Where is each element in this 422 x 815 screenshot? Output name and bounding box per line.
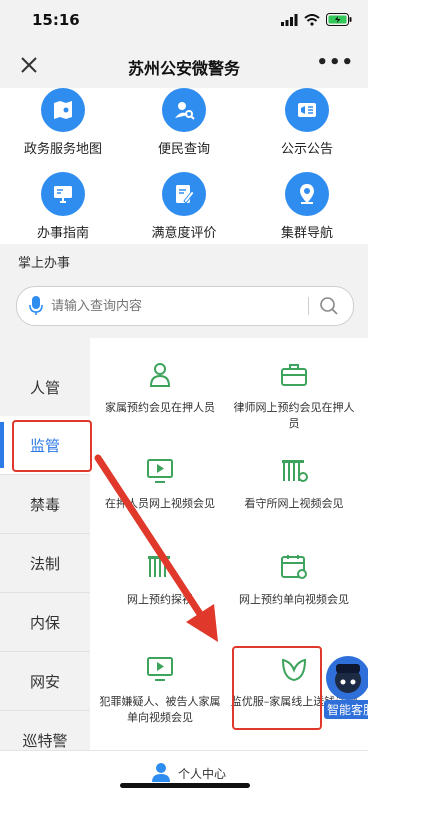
assistant-label: 智能客服 bbox=[324, 700, 368, 719]
sidebar-item-neibao[interactable]: 内保 bbox=[0, 593, 90, 652]
service-navigation[interactable]: 集群导航 bbox=[252, 172, 362, 241]
service-label: 集群导航 bbox=[280, 226, 333, 241]
category-sidebar: 人管 监管 禁毒 法制 内保 网安 巡特警 bbox=[0, 338, 90, 770]
service-announcement[interactable]: 公示公告 bbox=[252, 88, 362, 157]
service-family-visit[interactable]: 家属预约会见在押人员 bbox=[96, 360, 224, 416]
service-evaluation[interactable]: 满意度评价 bbox=[129, 172, 239, 241]
bottom-bar: 个人中心 bbox=[0, 750, 368, 800]
service-item-label: 网上预约单向视频会见 bbox=[239, 593, 349, 606]
search-divider bbox=[308, 297, 309, 315]
calendar-icon bbox=[281, 555, 307, 579]
search-bar[interactable] bbox=[16, 286, 354, 326]
sidebar-item-jindu[interactable]: 禁毒 bbox=[0, 475, 90, 534]
service-item-label: 看守所网上视频会见 bbox=[244, 497, 344, 510]
assistant-avatar-icon bbox=[326, 656, 368, 700]
edit-icon bbox=[162, 172, 206, 216]
sidebar-item-renguan[interactable]: 人管 bbox=[0, 358, 90, 417]
briefcase-icon bbox=[281, 364, 307, 386]
video-icon bbox=[147, 657, 173, 681]
location-icon bbox=[285, 172, 329, 216]
microphone-icon[interactable] bbox=[29, 296, 43, 316]
service-item-label: 律师网上预约会见在押人员 bbox=[233, 401, 355, 430]
battery-icon bbox=[326, 13, 352, 26]
highlight-box-money-delivery bbox=[232, 646, 322, 730]
service-label: 政务服务地图 bbox=[23, 142, 102, 157]
service-item-label: 犯罪嫌疑人、被告人家属单向视频会见 bbox=[99, 695, 221, 724]
service-oneway-video-booking[interactable]: 网上预约单向视频会见 bbox=[230, 552, 358, 608]
person-icon bbox=[149, 363, 171, 387]
services-grid: 政务服务地图 便民查询 公示公告 办事指南 满意度评价 集群导航 bbox=[0, 88, 368, 244]
phone-screen: 15:16 苏州公安微警务 ••• 政务服务地图 便民查询 公示公告 办事指南 … bbox=[0, 0, 368, 800]
active-indicator bbox=[0, 422, 4, 468]
service-label: 公示公告 bbox=[280, 142, 333, 157]
red-arrow-annotation bbox=[94, 454, 218, 642]
prison-icon bbox=[282, 460, 308, 482]
sidebar-item-label: 法制 bbox=[29, 554, 60, 573]
status-icons bbox=[281, 13, 352, 26]
home-indicator bbox=[120, 783, 250, 788]
sidebar-item-label: 人管 bbox=[29, 378, 60, 397]
status-time: 15:16 bbox=[32, 11, 80, 29]
service-suspect-family-video[interactable]: 犯罪嫌疑人、被告人家属单向视频会见 bbox=[96, 654, 224, 726]
service-item-label: 家属预约会见在押人员 bbox=[105, 401, 215, 414]
service-label: 满意度评价 bbox=[151, 226, 217, 241]
service-query[interactable]: 便民查询 bbox=[129, 88, 239, 157]
guide-icon bbox=[41, 172, 85, 216]
personal-center-link[interactable]: 个人中心 bbox=[178, 765, 226, 782]
service-lawyer-visit[interactable]: 律师网上预约会见在押人员 bbox=[230, 360, 358, 432]
service-label: 便民查询 bbox=[157, 142, 210, 157]
service-guide[interactable]: 办事指南 bbox=[8, 172, 118, 241]
sidebar-item-label: 内保 bbox=[29, 613, 60, 632]
highlight-box-jianguan bbox=[12, 420, 92, 472]
page-title: 苏州公安微警务 bbox=[127, 59, 240, 78]
user-icon[interactable] bbox=[150, 761, 172, 783]
announcement-icon bbox=[285, 88, 329, 132]
service-map[interactable]: 政务服务地图 bbox=[8, 88, 118, 157]
person-search-icon bbox=[162, 88, 206, 132]
status-bar: 15:16 bbox=[0, 0, 368, 42]
map-icon bbox=[41, 88, 85, 132]
signal-icon bbox=[281, 13, 298, 26]
sidebar-item-fazhi[interactable]: 法制 bbox=[0, 534, 90, 593]
nav-bar: 苏州公安微警务 ••• bbox=[0, 42, 368, 88]
service-label: 办事指南 bbox=[36, 226, 89, 241]
wifi-icon bbox=[304, 13, 320, 26]
sidebar-item-label: 网安 bbox=[29, 672, 60, 691]
search-input[interactable] bbox=[49, 295, 293, 317]
sidebar-item-label: 巡特警 bbox=[22, 731, 68, 750]
search-icon[interactable] bbox=[319, 296, 339, 316]
sidebar-item-label: 禁毒 bbox=[29, 495, 60, 514]
sidebar-item-wangan[interactable]: 网安 bbox=[0, 652, 90, 711]
service-jail-video[interactable]: 看守所网上视频会见 bbox=[230, 456, 358, 512]
more-menu-button[interactable]: ••• bbox=[316, 52, 354, 73]
section-title: 掌上办事 bbox=[18, 256, 71, 271]
